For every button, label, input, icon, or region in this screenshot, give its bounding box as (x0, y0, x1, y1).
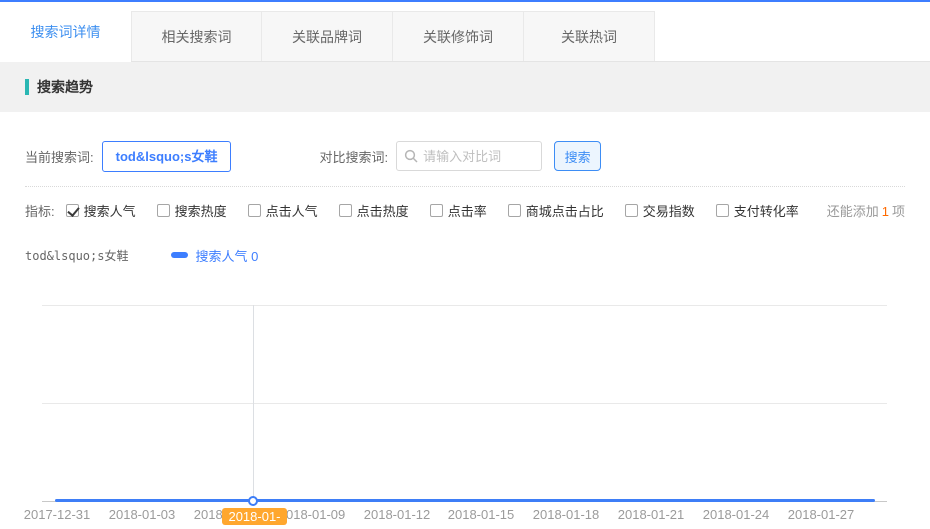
gridline-middle (42, 403, 887, 404)
metric-label: 点击人气 (266, 201, 318, 220)
x-tick-label: 2018-01-24 (703, 507, 770, 522)
section-header: 搜索趋势 (0, 62, 930, 112)
x-tick-label: 2018-01-09 (279, 507, 346, 522)
compare-keyword-input[interactable] (423, 149, 534, 164)
metric-label: 点击率 (448, 201, 487, 220)
metric-click-heat[interactable]: 点击热度 (339, 201, 409, 220)
chart-legend: tod&lsquo;s女鞋 搜索人气 0 (25, 247, 905, 263)
tab-bar: 搜索词详情 相关搜索词 关联品牌词 关联修饰词 关联热词 (0, 2, 930, 62)
main-content: 当前搜索词: tod&lsquo;s女鞋 对比搜索词: 搜索 指标: 搜索人气 … (0, 140, 930, 263)
metric-search-heat[interactable]: 搜索热度 (157, 201, 227, 220)
data-point-marker (248, 496, 258, 506)
x-tick-label: 2018-01-03 (109, 507, 176, 522)
legend-series-name: 搜索人气 (195, 249, 247, 264)
axis-date-tooltip: 2018-01-07 (222, 508, 287, 525)
dotted-divider (25, 186, 905, 187)
series-line-search-popularity (55, 499, 875, 502)
checkbox-icon[interactable] (716, 204, 729, 217)
remaining-suffix: 项 (892, 204, 905, 219)
metric-label: 搜索人气 (84, 201, 136, 220)
metric-selector-row: 指标: 搜索人气 搜索热度 点击人气 点击热度 点击率 商城点击占比 交易指数 (25, 202, 905, 219)
checkbox-icon[interactable] (508, 204, 521, 217)
search-icon (404, 149, 418, 163)
checkbox-icon[interactable] (248, 204, 261, 217)
section-accent-bar (25, 79, 29, 95)
checkbox-checked-icon[interactable] (66, 204, 79, 217)
compare-keyword-label: 对比搜索词: (319, 147, 388, 166)
legend-line-marker[interactable] (171, 252, 188, 258)
metric-click-rate[interactable]: 点击率 (430, 201, 487, 220)
legend-series-value: 0 (251, 249, 258, 264)
checkbox-icon[interactable] (625, 204, 638, 217)
metric-label: 交易指数 (643, 201, 695, 220)
x-tick-label: 2018-01-21 (618, 507, 685, 522)
metric-payment-conversion[interactable]: 支付转化率 (716, 201, 799, 220)
metric-click-popularity[interactable]: 点击人气 (248, 201, 318, 220)
x-tick-label: 2018-01-15 (448, 507, 515, 522)
x-tick-label: 2018-01-27 (788, 507, 855, 522)
legend-keyword: tod&lsquo;s女鞋 (25, 247, 128, 264)
x-tick-label: 2018-01-12 (364, 507, 431, 522)
remaining-count: 1 (882, 204, 889, 219)
metric-mall-click-share[interactable]: 商城点击占比 (508, 201, 604, 220)
tab-related-brand-words[interactable]: 关联品牌词 (262, 11, 393, 62)
metric-label: 支付转化率 (734, 201, 799, 220)
metric-search-popularity[interactable]: 搜索人气 (66, 201, 136, 220)
metric-label: 商城点击占比 (526, 201, 604, 220)
gridline-top (42, 305, 887, 306)
current-keyword-chip[interactable]: tod&lsquo;s女鞋 (102, 141, 232, 172)
tab-related-hot-words[interactable]: 关联热词 (524, 11, 655, 62)
x-tick-label: 2017-12-31 (24, 507, 91, 522)
checkbox-icon[interactable] (339, 204, 352, 217)
tab-related-modifier-words[interactable]: 关联修饰词 (393, 11, 524, 62)
current-keyword-label: 当前搜索词: (25, 147, 94, 166)
section-title: 搜索趋势 (37, 77, 93, 97)
metric-label: 点击热度 (357, 201, 409, 220)
hover-crosshair-line (253, 305, 254, 501)
checkbox-icon[interactable] (430, 204, 443, 217)
checkbox-icon[interactable] (157, 204, 170, 217)
search-row: 当前搜索词: tod&lsquo;s女鞋 对比搜索词: 搜索 (25, 140, 905, 172)
remaining-prefix: 还能添加 (827, 204, 879, 219)
metrics-label: 指标: (25, 201, 55, 220)
metric-label: 搜索热度 (175, 201, 227, 220)
search-button[interactable]: 搜索 (554, 141, 601, 171)
x-tick-label: 2018-01-18 (533, 507, 600, 522)
metric-transaction-index[interactable]: 交易指数 (625, 201, 695, 220)
remaining-quota-text: 还能添加1项 (827, 201, 905, 220)
tab-related-search-words[interactable]: 相关搜索词 (131, 11, 262, 62)
legend-series-label[interactable]: 搜索人气 0 (195, 246, 258, 265)
trend-chart: 2017-12-31 2018-01-03 2018-01-06 2018-01… (0, 295, 930, 529)
tab-search-word-detail[interactable]: 搜索词详情 (0, 2, 131, 62)
compare-input-wrapper (396, 141, 542, 171)
